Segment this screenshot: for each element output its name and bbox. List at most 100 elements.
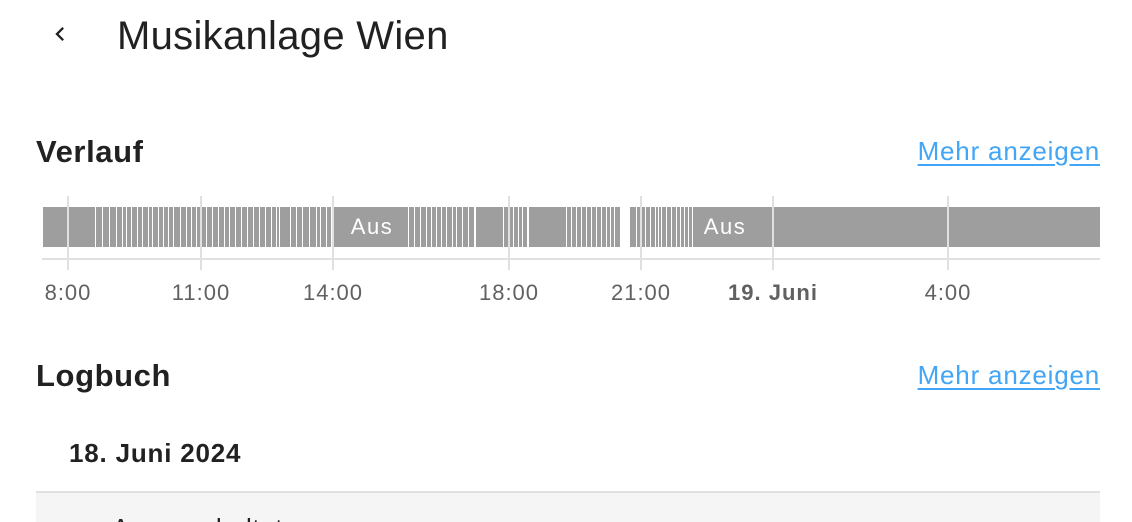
state-change-gap xyxy=(276,207,277,247)
tick-label: 14:00 xyxy=(302,280,364,305)
tick-label: 11:00 xyxy=(171,280,231,305)
state-change-gap xyxy=(688,207,689,247)
history-more-link[interactable]: Mehr anzeigen xyxy=(918,136,1100,167)
state-change-gap xyxy=(468,207,469,247)
state-change-gap xyxy=(116,207,117,247)
logbook-more-link[interactable]: Mehr anzeigen xyxy=(918,360,1100,391)
logbook-entry[interactable]: Ausgeschaltet xyxy=(36,493,1100,522)
state-change-gap xyxy=(331,207,332,247)
state-change-gap xyxy=(271,207,272,247)
state-change-gap xyxy=(431,207,432,247)
state-change-gap xyxy=(191,207,192,247)
state-change-gap xyxy=(196,207,197,247)
state-change-gap xyxy=(152,207,153,247)
state-change-gap xyxy=(326,207,327,247)
state-change-gap xyxy=(180,207,181,247)
state-change-gap xyxy=(581,207,582,247)
state-change-gap xyxy=(601,207,602,247)
state-change-gap xyxy=(522,207,523,247)
state-change-gap xyxy=(636,207,637,247)
state-change-gap xyxy=(148,207,149,247)
history-timeline[interactable]: Aus Aus xyxy=(0,190,1132,270)
state-change-gap xyxy=(576,207,577,247)
state-change-gap xyxy=(158,207,159,247)
state-change-gap xyxy=(606,207,607,247)
state-change-gap xyxy=(441,207,442,247)
state-change-gap xyxy=(503,207,504,247)
state-change-gap xyxy=(680,207,681,247)
state-change-gap xyxy=(131,207,132,247)
state-change-gap xyxy=(290,207,291,247)
state-change-gap xyxy=(513,207,514,247)
state-change-gap xyxy=(173,207,174,247)
state-change-gap xyxy=(692,207,693,247)
state-label: Aus xyxy=(351,214,393,239)
state-change-gap xyxy=(186,207,187,247)
state-change-gap xyxy=(645,207,646,247)
state-change-gap xyxy=(218,207,219,247)
state-change-gap xyxy=(518,207,519,247)
state-change-gap xyxy=(241,207,242,247)
state-change-gap xyxy=(566,207,567,247)
state-change-gap xyxy=(253,207,254,247)
state-change-gap xyxy=(126,207,127,247)
state-change-gap xyxy=(265,207,266,247)
state-change-gap xyxy=(102,207,103,247)
state-change-gap xyxy=(206,207,207,247)
chevron-left-icon xyxy=(46,20,74,53)
tick-label: 21:00 xyxy=(610,280,672,305)
state-change-gap xyxy=(212,207,213,247)
state-change-gap xyxy=(316,207,317,247)
state-change-gap xyxy=(229,207,230,247)
state-change-gap xyxy=(596,207,597,247)
state-change-gap xyxy=(658,207,659,247)
state-change-gap xyxy=(610,207,611,247)
back-button[interactable] xyxy=(38,14,82,58)
state-change-gap xyxy=(224,207,225,247)
state-change-gap xyxy=(279,207,280,247)
state-change-gap xyxy=(426,207,427,247)
state-change-gap xyxy=(247,207,248,247)
state-change-gap xyxy=(320,207,321,247)
state-change-gap xyxy=(109,207,110,247)
entity-detail-page: Musikanlage Wien Verlauf Mehr anzeigen A… xyxy=(0,0,1132,522)
state-change-gap xyxy=(163,207,164,247)
state-change-gap xyxy=(446,207,447,247)
state-change-gap xyxy=(122,207,123,247)
tick-label: 18:00 xyxy=(478,280,540,305)
history-title: Verlauf xyxy=(36,134,144,169)
state-change-gap xyxy=(474,207,476,247)
state-change-gap xyxy=(586,207,587,247)
state-change-gap xyxy=(655,207,656,247)
tick-label-date: 19. Juni xyxy=(728,280,818,305)
state-change-gap xyxy=(436,207,437,247)
state-change-gap xyxy=(296,207,297,247)
state-change-gap xyxy=(684,207,685,247)
state-change-gap xyxy=(302,207,303,247)
state-change-gap xyxy=(137,207,138,247)
state-change-gap xyxy=(650,207,651,247)
state-change-gap xyxy=(527,207,529,247)
logbook-title: Logbuch xyxy=(36,358,172,393)
state-change-gap xyxy=(168,207,169,247)
logbook-entry-text: Ausgeschaltet xyxy=(112,513,283,522)
tick-label: 4:00 xyxy=(924,280,972,305)
state-change-gap xyxy=(259,207,260,247)
tick-label: 8:00 xyxy=(44,280,92,305)
state-change-gap xyxy=(309,207,310,247)
state-change-gap xyxy=(661,207,662,247)
state-change-gap xyxy=(614,207,615,247)
state-change-gap xyxy=(414,207,415,247)
page-title: Musikanlage Wien xyxy=(117,14,449,58)
state-change-gap xyxy=(95,207,96,247)
state-change-gap xyxy=(676,207,677,247)
state-change-gap xyxy=(452,207,453,247)
state-change-gap xyxy=(571,207,572,247)
state-change-gap xyxy=(591,207,592,247)
state-change-gap xyxy=(462,207,463,247)
state-change-gap xyxy=(666,207,667,247)
state-change-gap xyxy=(671,207,672,247)
state-change-gap xyxy=(408,207,409,247)
state-segment xyxy=(630,207,1100,247)
state-change-gap xyxy=(420,207,421,247)
